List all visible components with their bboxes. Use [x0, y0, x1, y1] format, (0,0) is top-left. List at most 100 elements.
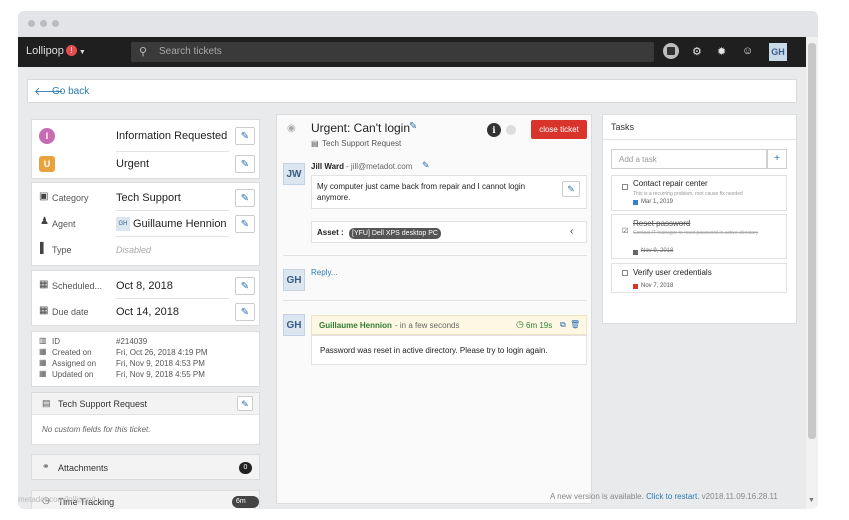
edit-due-date-button[interactable]: ✎ — [235, 303, 255, 321]
ticket-subtitle: Tech Support Request — [322, 139, 402, 148]
message-email: - jill@metadot.com — [346, 162, 413, 171]
top-navbar: Lollipop! ▼ ⚲ Search tickets ⚙ ✹ ☺ GH — [18, 37, 806, 67]
divider — [116, 298, 229, 299]
restart-link[interactable]: Click to restart. — [646, 492, 699, 501]
response-body-card: Password was reset in active directory. … — [311, 335, 587, 365]
window-minimize-dot[interactable] — [40, 20, 47, 27]
edit-title-icon[interactable]: ✎ — [409, 121, 417, 132]
user-avatar[interactable]: GH — [769, 43, 787, 61]
task-date: Mar 1, 2019 — [641, 199, 674, 205]
status-url: metadot.com/lollipop/t... — [18, 495, 103, 504]
search-box[interactable]: ⚲ Search tickets — [131, 42, 654, 62]
window-maximize-dot[interactable] — [52, 20, 59, 27]
checkbox[interactable] — [622, 184, 628, 190]
window-close-dot[interactable] — [28, 20, 35, 27]
brand-menu[interactable]: Lollipop! ▼ — [26, 45, 86, 57]
window-titlebar — [18, 11, 818, 37]
eye-icon[interactable]: ◉ — [287, 123, 296, 134]
add-task-input[interactable]: Add a task — [611, 149, 767, 169]
response-header: Guillaume Hennion - in a few seconds ◷ 6… — [311, 315, 587, 335]
status-panel: I Information Requested ✎ U Urgent ✎ — [31, 119, 260, 179]
form-icon: ▤ — [311, 139, 319, 148]
scroll-down-icon[interactable]: ▼ — [808, 497, 815, 504]
toggle-icon[interactable] — [506, 125, 516, 135]
reply-input[interactable]: Reply... — [311, 268, 338, 277]
message-card: My computer just came back from repair a… — [311, 175, 587, 209]
checkbox[interactable] — [622, 270, 628, 276]
task-item[interactable]: Contact repair center This is a recurrin… — [611, 175, 787, 211]
custom-fields-empty: No custom fields for this ticket. — [42, 425, 151, 434]
chevron-left-icon[interactable]: ‹ — [570, 226, 573, 237]
ticket-icon[interactable] — [663, 43, 679, 59]
asset-label: Asset : — [317, 228, 344, 237]
task-title: Verify user credentials — [633, 268, 712, 277]
checkbox-checked[interactable]: ☑ — [622, 227, 628, 235]
task-date: Nov 9, 2018 — [641, 248, 674, 254]
attachments-panel[interactable]: ⚭ Attachments 0 — [31, 454, 260, 480]
id-value: #214039 — [116, 337, 148, 346]
task-note: This is a recurring problem, root cause … — [633, 191, 743, 197]
edit-category-button[interactable]: ✎ — [235, 189, 255, 207]
trash-icon[interactable]: 🗑 — [570, 320, 580, 329]
updated-label: Updated on — [52, 370, 94, 379]
smile-icon[interactable]: ☺ — [742, 45, 753, 57]
add-task-button[interactable]: + — [767, 149, 787, 169]
category-value: Tech Support — [116, 192, 181, 204]
asset-row[interactable]: Asset : [YFU] Dell XPS desktop PC ‹ — [311, 221, 587, 243]
task-item[interactable]: ☑ Reset password Contact IT manager to r… — [611, 214, 787, 259]
copy-icon[interactable]: ⧉ — [560, 320, 566, 330]
response-body: Password was reset in active directory. … — [320, 346, 548, 355]
edit-author-icon[interactable]: ✎ — [422, 160, 430, 171]
agent-label: Agent — [52, 219, 76, 229]
edit-custom-fields-button[interactable]: ✎ — [237, 396, 253, 411]
go-back-link[interactable]: Go back — [52, 86, 89, 97]
updated-value: Fri, Nov 9, 2018 4:55 PM — [116, 370, 205, 379]
type-value: Disabled — [116, 245, 152, 255]
scrollbar-thumb[interactable] — [808, 43, 816, 439]
edit-status-button[interactable]: ✎ — [235, 127, 255, 145]
task-note: Contact IT manager to reset password in … — [633, 230, 759, 236]
assigned-label: Assigned on — [52, 359, 97, 368]
ticket-panel: ◉ Urgent: Can't login ✎ ▤ Tech Support R… — [276, 114, 592, 504]
tasks-panel: Tasks Add a task + Contact repair center… — [602, 114, 797, 324]
asset-value: [YFU] Dell XPS desktop PC — [349, 228, 441, 239]
response-time: - in a few seconds — [395, 321, 460, 330]
reply-avatar: GH — [283, 269, 305, 291]
id-label: ID — [52, 337, 60, 346]
agent-value: Guillaume Hennion — [133, 218, 227, 230]
scheduled-value: Oct 8, 2018 — [116, 280, 173, 292]
author-avatar: JW — [283, 163, 305, 185]
calendar-icon: ▦ — [39, 358, 47, 367]
search-input[interactable]: Search tickets — [159, 46, 222, 57]
category-label: Category — [52, 193, 89, 203]
task-item[interactable]: Verify user credentials Nov 7, 2018 — [611, 263, 787, 293]
attachments-label: Attachments — [58, 463, 109, 473]
edit-priority-button[interactable]: ✎ — [235, 155, 255, 173]
update-text: A new version is available. — [550, 492, 644, 501]
category-icon: ▣ — [39, 191, 49, 202]
edit-message-button[interactable]: ✎ — [562, 181, 580, 197]
form-icon: ▤ — [42, 398, 51, 408]
calendar-icon — [633, 250, 638, 255]
gear-icon[interactable]: ✹ — [717, 45, 726, 58]
calendar-icon: ▦ — [39, 305, 49, 316]
calendar-icon: ▦ — [39, 279, 49, 290]
info-icon[interactable]: ℹ — [487, 123, 501, 137]
edit-agent-button[interactable]: ✎ — [235, 215, 255, 233]
dates-panel: ▦ Scheduled... Oct 8, 2018 ✎ ▦ Due date … — [31, 270, 260, 326]
response-timer: 6m 19s — [526, 321, 553, 330]
close-ticket-button[interactable]: close ticket — [531, 120, 587, 139]
response-author: Guillaume Hennion — [319, 321, 392, 330]
paperclip-icon: ⚭ — [42, 461, 50, 471]
meta-panel: ▥ ID #214039 ▦ Created on Fri, Oct 26, 2… — [31, 331, 260, 387]
status-value: Information Requested — [116, 130, 228, 142]
edit-scheduled-button[interactable]: ✎ — [235, 277, 255, 295]
app-window: Lollipop! ▼ ⚲ Search tickets ⚙ ✹ ☺ GH ▼ 🡐… — [18, 11, 818, 509]
scheduled-label: Scheduled... — [52, 281, 103, 291]
tasks-title: Tasks — [611, 122, 635, 132]
brand-name: Lollipop — [26, 45, 64, 57]
sitemap-icon[interactable]: ⚙ — [692, 45, 702, 58]
clock-icon: ◷ — [516, 319, 524, 329]
user-icon: ♟ — [40, 216, 49, 227]
ticket-title: Urgent: Can't login — [311, 121, 411, 135]
